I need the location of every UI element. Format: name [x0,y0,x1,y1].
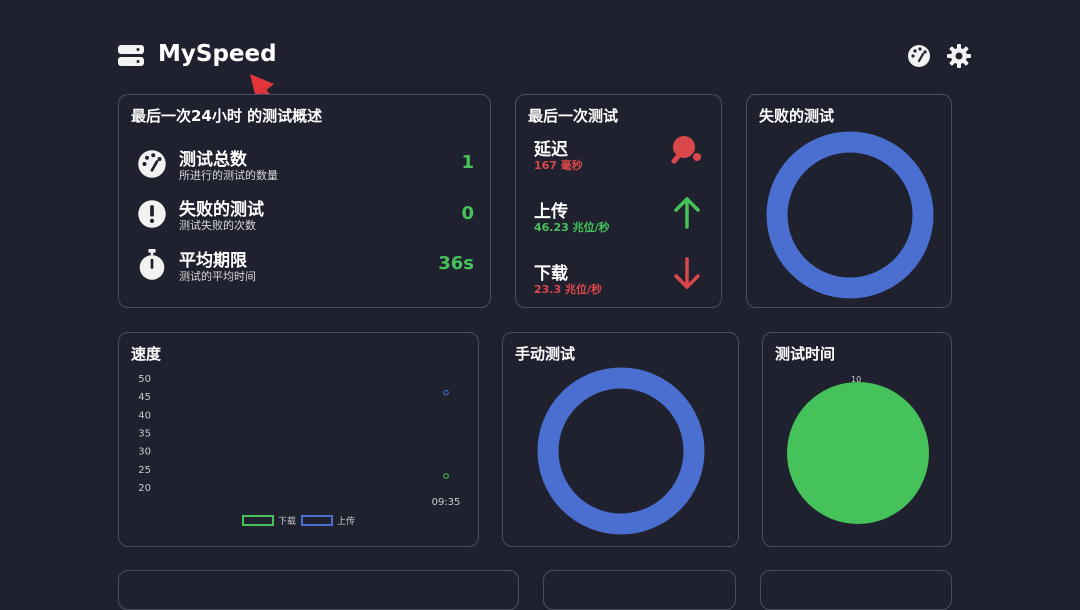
ping-value: 167 毫秒 [534,159,583,172]
latest-title: 最后一次测试 [528,107,619,125]
stopwatch-icon [137,249,167,281]
y-tick-label: 20 [138,483,151,494]
bottom-card-1 [118,570,519,610]
legend-swatch [242,515,274,526]
speedometer-icon[interactable] [907,44,931,68]
speed-card: 速度 50 45 40 35 30 25 20 09:35 下载 上传 [118,332,479,547]
failed-ring [766,131,934,299]
y-tick-label: 25 [138,465,151,476]
failed-tests-card: 失败的测试 [746,94,952,308]
failed-ring-chart [766,131,934,299]
stat-sub-average: 测试的平均时间 [179,270,256,283]
manual-title: 手动测试 [515,345,576,363]
speed-chart: 50 45 40 35 30 25 20 09:35 下载 上传 [138,374,461,527]
menu-icon[interactable] [118,45,144,67]
stat-value-failed: 0 [461,203,474,224]
stat-value-average: 36s [438,253,474,274]
upload-value: 46.23 兆位/秒 [534,221,610,234]
y-tick-label: 30 [138,447,151,458]
stat-sub-failed: 测试失败的次数 [179,219,256,232]
y-tick-label: 50 [138,374,151,385]
legend-swatch [301,515,333,526]
time-pie [787,382,929,524]
arrow-up-icon [672,195,702,229]
manual-tests-card: 手动测试 [502,332,739,547]
exclamation-icon [137,199,167,229]
arrow-down-icon [672,257,702,291]
gear-icon[interactable] [947,44,971,68]
test-time-card: 测试时间 10 [762,332,952,547]
x-tick-label: 09:35 [432,497,461,508]
data-point [443,473,449,479]
stat-sub-total: 所进行的测试的数量 [179,169,278,182]
data-point [443,389,449,396]
failed-title: 失败的测试 [759,107,835,125]
bottom-card-2 [543,570,736,610]
ping-pong-icon [671,135,703,165]
manual-ring-chart [537,367,705,535]
summary-card: 最后一次24小时 的测试概述 测试总数 所进行的测试的数量 1 失败的测试 测试… [118,94,491,308]
latest-test-card: 最后一次测试 延迟 167 毫秒 上传 46.23 兆位/秒 下载 23.3 兆… [515,94,722,308]
speedometer-icon [137,149,167,179]
stat-value-total: 1 [461,152,474,173]
summary-title: 最后一次24小时 的测试概述 [131,107,323,125]
y-tick-label: 45 [138,392,151,403]
y-tick-label: 40 [138,410,151,421]
app-title: MySpeed [158,41,277,67]
manual-ring [537,367,705,535]
time-pie-chart [787,382,929,524]
time-title: 测试时间 [775,345,836,363]
bottom-card-3 [760,570,952,610]
legend-label: 上传 [337,515,355,527]
download-value: 23.3 兆位/秒 [534,283,602,296]
legend-label: 下载 [278,515,296,527]
y-tick-label: 35 [138,429,151,440]
